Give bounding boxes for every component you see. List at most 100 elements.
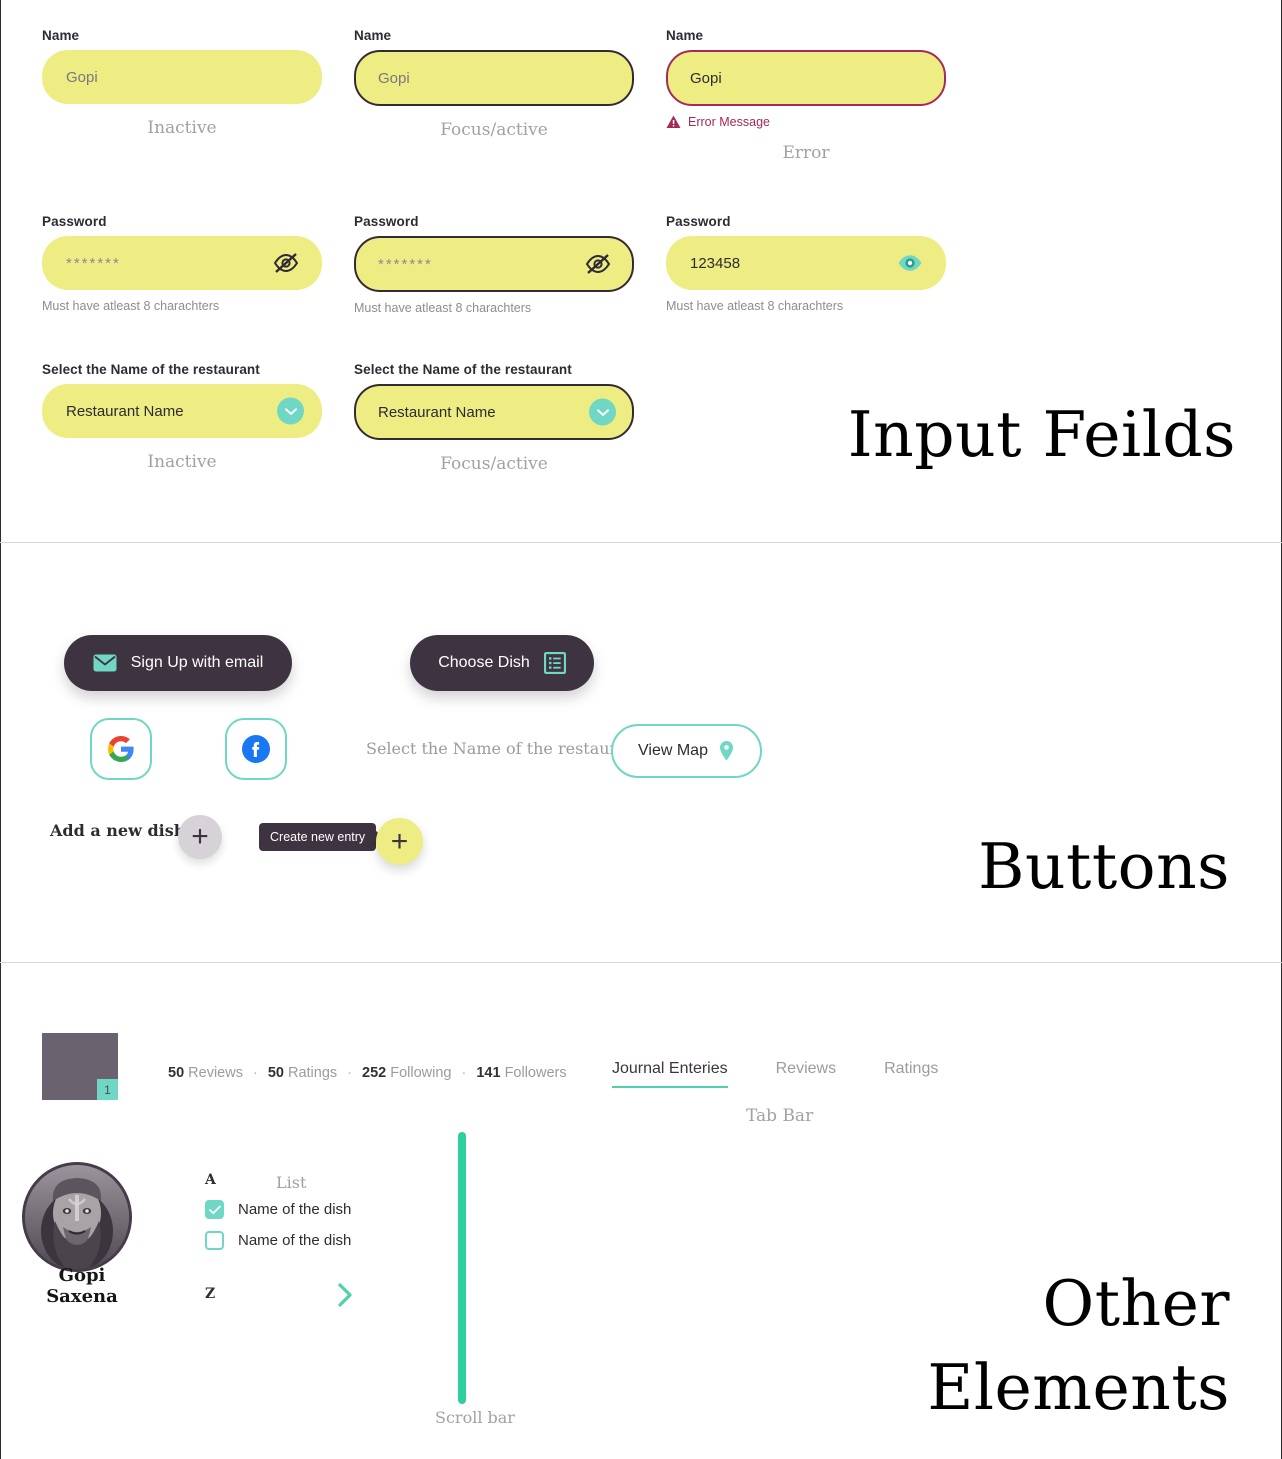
stat-following: 252 Following [362,1065,451,1081]
view-map-button[interactable]: View Map [611,724,762,778]
name-input-focus[interactable]: Gopi [354,50,634,106]
checkbox-checked-icon[interactable] [205,1200,224,1219]
select-restaurant-hint: Select the Name of the restaurant [366,739,644,758]
google-icon [107,736,134,762]
stat-following-count: 252 [362,1065,387,1081]
stat-reviews: 50 Reviews [168,1065,243,1081]
tab-ratings[interactable]: Ratings [884,1060,938,1086]
select-focus-caption: Focus/active [440,454,548,474]
email-icon [93,654,117,672]
password-input-focus[interactable]: ******* [354,236,634,292]
name-input-value: Gopi [378,69,410,87]
profile-name: Gopi Saxena [46,1265,118,1307]
choose-dish-button-label: Choose Dish [438,654,530,671]
stats-separator: · [252,1065,258,1081]
tab-journal-enteries[interactable]: Journal Enteries [612,1060,728,1088]
map-pin-icon [719,741,733,761]
name-input-error[interactable]: Gopi [666,50,946,106]
input-fields-section-title: Input Feilds [847,398,1236,471]
stats-separator: · [461,1065,467,1081]
name-error-caption: Error [782,143,830,163]
other-elements-section-title: Other Elements [927,1262,1230,1430]
stat-followers-count: 141 [476,1065,501,1081]
name-inactive-caption: Inactive [147,118,217,138]
eye-icon[interactable] [896,249,924,277]
alpha-index-z[interactable]: Z [205,1286,215,1302]
password-label: Password [666,214,731,229]
password-input-value: 123458 [690,254,741,272]
name-input-inactive[interactable]: Gopi [42,50,322,104]
section-divider-2 [0,962,1282,963]
chevron-down-icon[interactable] [589,398,616,426]
stat-reviews-label: Reviews [188,1065,243,1081]
password-helper: Must have atleast 8 charachters [666,299,844,313]
scrollbar-thumb[interactable] [458,1132,466,1404]
restaurant-select-inactive[interactable]: Restaurant Name [42,384,322,438]
image-thumbnail[interactable]: 1 [42,1033,118,1100]
add-dish-fab-button[interactable]: + [178,815,222,859]
tab-reviews[interactable]: Reviews [776,1060,836,1086]
restaurant-select-focus[interactable]: Restaurant Name [354,384,634,440]
avatar-photo [25,1165,129,1269]
buttons-section-title: Buttons [978,830,1230,903]
password-field-focus: Password ******* Must have atleast 8 cha… [354,214,634,315]
eye-off-icon[interactable] [272,249,300,277]
select-field-inactive: Select the Name of the restaurant Restau… [42,362,322,472]
password-helper: Must have atleast 8 charachters [42,299,220,313]
name-input-value: Gopi [690,69,722,87]
tab-bar-caption: Tab Bar [746,1106,814,1126]
facebook-signin-button[interactable] [225,718,287,780]
alpha-index-a[interactable]: A [205,1172,405,1188]
signup-button-label: Sign Up with email [130,654,264,671]
list-item[interactable]: Name of the dish [205,1200,405,1219]
restaurant-select-value: Restaurant Name [378,403,496,421]
add-new-dish-label: Add a new dish [50,821,186,840]
list-item-label: Name of the dish [238,1201,352,1218]
error-message: Error Message [688,115,770,129]
page-left-border [0,0,1,1459]
plus-icon: + [191,820,209,853]
chevron-down-icon[interactable] [277,397,304,425]
plus-icon: + [390,824,409,858]
name-focus-caption: Focus/active [440,120,548,140]
stat-reviews-count: 50 [168,1065,185,1081]
name-label: Name [666,28,704,43]
choose-dish-button[interactable]: Choose Dish [410,635,594,691]
other-title-line1: Other [1042,1267,1230,1340]
password-input-value: ******* [66,254,121,272]
password-input-inactive[interactable]: ******* [42,236,322,290]
name-input-value: Gopi [66,68,98,86]
list-item[interactable]: Name of the dish [205,1231,405,1250]
restaurant-select-value: Restaurant Name [66,402,184,420]
stat-followers-label: Followers [504,1065,567,1081]
password-input-visible[interactable]: 123458 [666,236,946,290]
password-helper: Must have atleast 8 charachters [354,301,532,315]
create-entry-fab-button[interactable]: + [376,818,423,865]
warning-icon [666,115,681,128]
tooltip-label: Create new entry [270,830,366,844]
list-icon [543,652,566,674]
stat-ratings: 50 Ratings [268,1065,337,1081]
stat-followers: 141 Followers [476,1065,566,1081]
dish-list: A Name of the dish Name of the dish [205,1172,405,1250]
eye-off-icon[interactable] [584,250,612,278]
create-new-entry-tooltip: Create new entry [259,823,377,851]
error-row: Error Message [666,115,946,129]
password-field-inactive: Password ******* Must have atleast 8 cha… [42,214,322,313]
chevron-right-icon[interactable] [336,1282,354,1313]
design-system-page: Name Gopi Inactive Name Gopi Focus/activ… [0,0,1282,1459]
checkbox-unchecked-icon[interactable] [205,1231,224,1250]
other-title-line2: Elements [927,1350,1230,1424]
signup-with-email-button[interactable]: Sign Up with email [64,635,292,691]
google-signin-button[interactable] [90,718,152,780]
select-field-focus: Select the Name of the restaurant Restau… [354,362,634,474]
name-field-error: Name Gopi Error Message Error [666,28,946,163]
name-label: Name [42,28,80,43]
stat-following-label: Following [390,1065,452,1081]
stat-ratings-count: 50 [267,1065,284,1081]
tab-bar: Journal Enteries Reviews Ratings [612,1060,938,1088]
stats-separator: · [347,1065,352,1081]
select-label: Select the Name of the restaurant [354,362,572,377]
name-field-inactive: Name Gopi Inactive [42,28,322,138]
name-label: Name [354,28,392,43]
